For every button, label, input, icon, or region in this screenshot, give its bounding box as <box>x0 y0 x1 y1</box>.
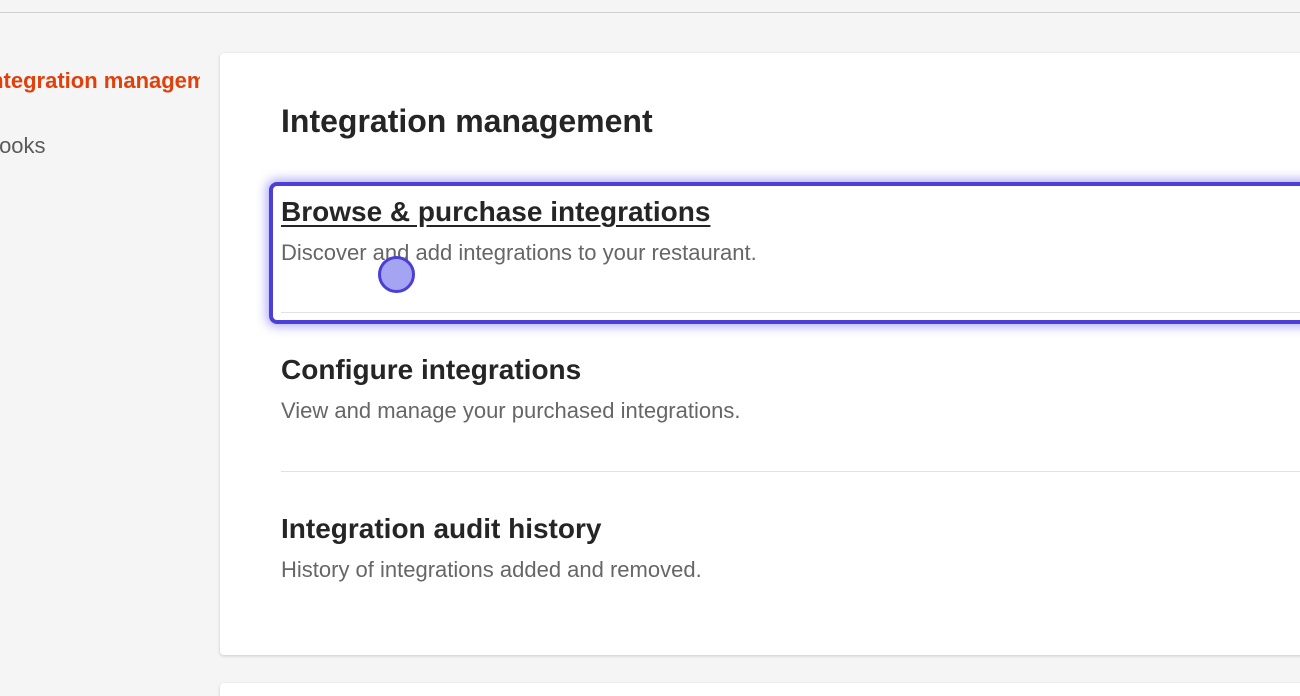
header-divider <box>0 12 1300 13</box>
option-title: Browse & purchase integrations <box>281 196 711 227</box>
page-title: Integration management <box>281 103 653 139</box>
integration-audit-history-link[interactable]: Integration audit history History of int… <box>281 513 1300 583</box>
configure-integrations-link[interactable]: Configure integrations View and manage y… <box>281 354 1300 424</box>
side-nav-item-webhooks[interactable]: Webhooks <box>0 133 46 159</box>
side-nav-item-integration-management[interactable]: Integration management <box>0 68 200 94</box>
integration-management-card: Integration management Browse & purchase… <box>220 53 1300 655</box>
option-description: Discover and add integrations to your re… <box>281 240 757 265</box>
option-divider <box>281 312 1300 313</box>
browse-purchase-integrations-link[interactable]: Browse & purchase integrations Discover … <box>281 196 1300 266</box>
option-description: History of integrations added and remove… <box>281 557 702 582</box>
option-divider <box>281 471 1300 472</box>
next-card <box>220 683 1300 696</box>
side-nav: Integration management Webhooks <box>0 60 200 180</box>
option-description: View and manage your purchased integrati… <box>281 398 741 423</box>
option-title: Integration audit history <box>281 513 602 544</box>
page: Integration management Webhooks Integrat… <box>0 0 1300 696</box>
option-title: Configure integrations <box>281 354 582 385</box>
